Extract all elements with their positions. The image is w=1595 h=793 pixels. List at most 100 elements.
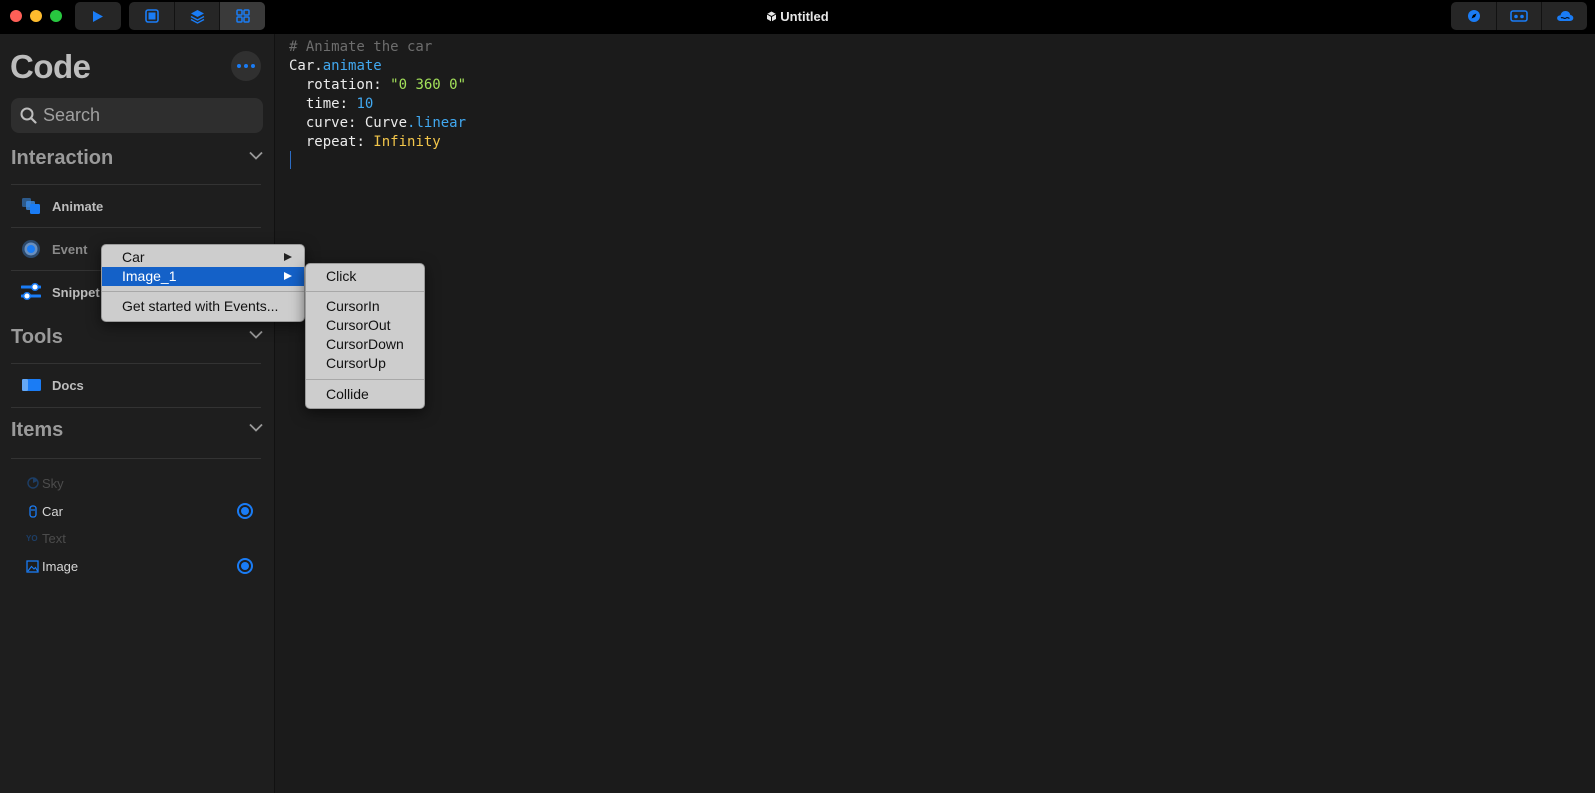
text-icon: YO [26,532,39,545]
submenu-arrow-icon [284,272,292,280]
title-bar: Untitled [0,0,1595,34]
sky-icon [26,477,39,490]
menu-item-label: CursorDown [326,336,404,352]
code-line[interactable]: # Animate the car [289,38,432,57]
library-item-label: Animate [52,198,104,214]
code-token: repeat [289,134,357,150]
code-token: time [289,96,340,112]
sidebar: Code Interaction Animate Event [0,34,275,793]
code-token: : [373,77,391,93]
chevron-down-icon [249,330,263,339]
preview-button[interactable] [1451,2,1496,30]
menu-item-car[interactable]: Car [102,248,304,267]
code-line[interactable]: curve: Curve.linear [289,114,466,133]
code-token: "0 360 0" [390,77,467,93]
animate-icon [16,197,46,215]
window-title-text: Untitled [780,9,829,24]
menu-item-label: Collide [326,386,369,402]
interaction-section-title: Interaction [11,147,114,169]
code-token: : Curve [348,115,408,131]
interaction-section-header[interactable]: Interaction [11,145,263,177]
library-item-label: Snippet [52,284,100,300]
scene-item-label: Text [42,530,66,546]
menu-item-cursorin[interactable]: CursorIn [306,297,424,316]
code-token: : [356,134,374,150]
items-section-title: Items [11,419,64,441]
document-icon [767,11,777,22]
vr-view-button[interactable] [1496,2,1541,30]
tools-section-header[interactable]: Tools [11,324,263,356]
app-window: Untitled Code Interaction [0,0,1595,793]
radio-dot [241,507,249,515]
code-editor[interactable]: # Animate the car Car.animate rotation: "… [276,34,1595,793]
scene-item-label: Image [42,558,79,574]
menu-item-label: CursorUp [326,355,386,371]
scene-item-image[interactable]: Image [26,555,266,577]
car-icon [26,504,39,518]
event-icon [16,239,46,259]
scene-item-sky[interactable]: Sky [26,472,266,494]
menu-item-image-1[interactable]: Image_1 [102,267,304,286]
menu-item-label: CursorIn [326,298,380,314]
svg-text:YO: YO [26,534,38,543]
code-token: curve [289,115,349,131]
event-target-menu: Car Image_1 Get started with Events... [101,244,305,322]
menu-item-collide[interactable]: Collide [306,385,424,404]
chevron-down-icon [249,151,263,160]
code-token: 10 [356,96,374,112]
code-line[interactable]: time: 10 [289,95,373,114]
menu-item-label: Car [122,249,145,265]
docs-icon [16,378,46,392]
code-token: . [314,58,323,74]
scene-item-label: Sky [42,475,64,491]
code-token: animate [322,58,382,74]
code-line[interactable]: rotation: "0 360 0" [289,76,466,95]
more-options-button[interactable] [231,51,261,81]
menu-item-label: Click [326,268,357,284]
image-icon [26,559,39,573]
library-item-docs[interactable]: Docs [11,364,261,406]
radio-dot [241,562,249,570]
compass-icon [1467,10,1480,22]
snippet-icon [16,283,46,301]
search-icon [20,107,37,124]
library-item-label: Event [52,241,88,257]
menu-separator [306,379,424,380]
menu-item-get-started[interactable]: Get started with Events... [102,297,304,316]
menu-item-label: CursorOut [326,317,391,333]
vr-headset-icon [1510,10,1528,22]
text-cursor [290,151,291,169]
cloud-button[interactable] [1541,2,1587,30]
section-divider [11,458,261,459]
active-radio-button[interactable] [237,503,253,519]
scene-item-text[interactable]: YO Text [26,527,266,549]
items-section-header[interactable]: Items [11,417,263,449]
library-item-label: Docs [52,377,84,393]
code-token: Infinity [373,134,441,150]
code-line[interactable]: Car.animate [289,57,382,76]
window-title: Untitled [0,9,1595,24]
active-radio-button[interactable] [237,558,253,574]
cloud-icon [1556,11,1573,21]
code-line[interactable]: repeat: Infinity [289,133,441,152]
menu-item-cursordown[interactable]: CursorDown [306,335,424,354]
menu-item-cursorup[interactable]: CursorUp [306,354,424,373]
submenu-arrow-icon [284,253,292,261]
code-token: : [339,96,357,112]
ellipsis-icon [237,64,255,68]
code-token: .linear [407,115,467,131]
library-item-animate[interactable]: Animate [11,185,261,227]
scene-item-car[interactable]: Car [26,500,266,522]
chevron-down-icon [249,423,263,432]
menu-item-click[interactable]: Click [306,267,424,286]
menu-item-label: Image_1 [122,268,177,284]
search-input[interactable] [43,98,253,133]
code-token: rotation [289,77,374,93]
search-field[interactable] [11,98,263,133]
menu-item-label: Get started with Events... [122,298,279,314]
event-type-submenu: Click CursorIn CursorOut CursorDown Curs… [305,263,425,409]
sidebar-heading: Code [10,48,91,85]
menu-item-cursorout[interactable]: CursorOut [306,316,424,335]
code-token: Car [289,58,315,74]
section-divider [11,407,261,408]
